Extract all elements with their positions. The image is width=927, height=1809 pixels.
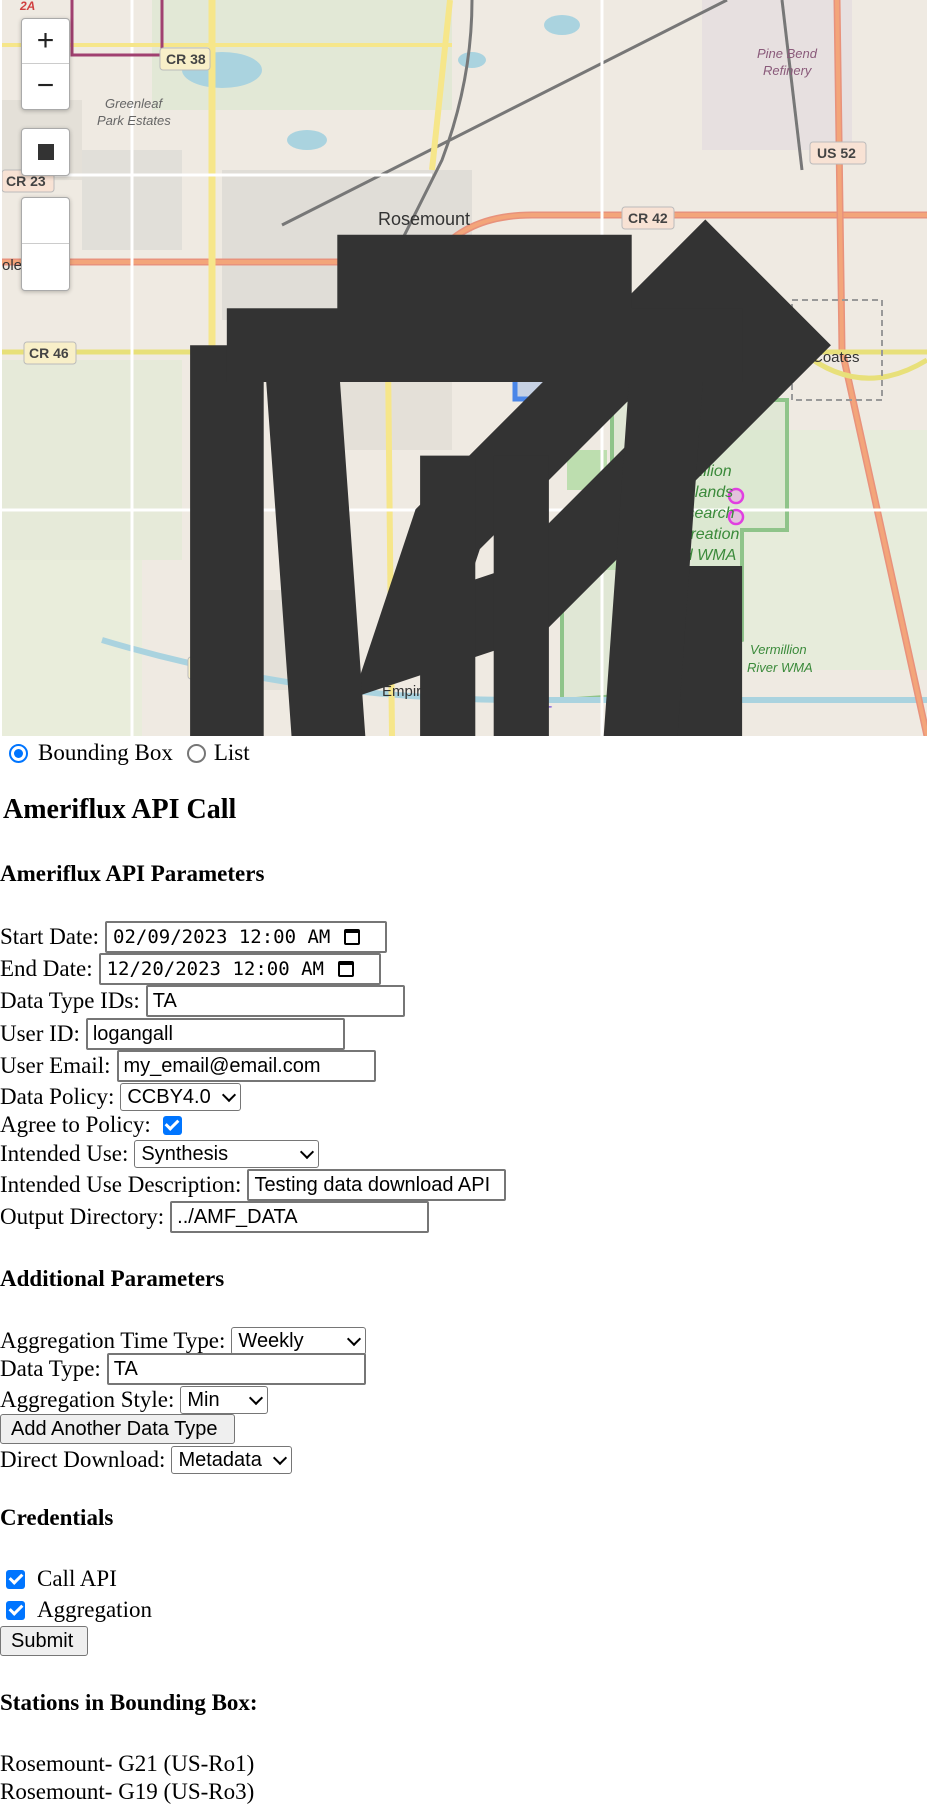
agree-policy-label: Agree to Policy: [0,1112,151,1137]
agg-style-row: Aggregation Style: Min [0,1386,269,1414]
start-date-input[interactable]: 02/09/2023 12:00 AM [105,921,387,953]
agg-style-value: Min [187,1388,220,1411]
intended-use-desc-label: Intended Use Description: [0,1172,242,1197]
direct-download-select[interactable]: Metadata [171,1446,293,1474]
additional-heading: Additional Parameters [0,1266,225,1291]
direct-download-label: Direct Download: [0,1447,166,1472]
params-heading: Ameriflux API Parameters [0,861,265,886]
calendar-icon[interactable] [344,929,361,945]
shield-us52: US 52 [817,145,856,161]
selection-mode: Bounding Box List [9,740,250,766]
intended-use-select[interactable]: Synthesis [134,1140,320,1168]
output-dir-input[interactable] [170,1201,430,1233]
user-id-input[interactable] [85,1018,345,1050]
end-date-value: 12/20/2023 12:00 AM [106,958,324,980]
agg-time-row: Aggregation Time Type: Weekly [0,1327,367,1355]
trash-icon [226,234,743,736]
start-date-row: Start Date: 02/09/2023 12:00 AM [0,921,387,953]
end-date-label: End Date: [0,956,93,981]
start-date-value: 02/09/2023 12:00 AM [113,926,331,948]
aggregation-checkbox[interactable] [6,1600,25,1620]
submit-row: Submit [0,1626,88,1656]
label-refinery: Refinery [763,63,813,78]
add-data-type-row: Add Another Data Type [0,1414,235,1444]
agg-style-select[interactable]: Min [180,1386,269,1414]
direct-download-value: Metadata [178,1448,262,1471]
map-view[interactable]: ✈ ✈ CR 38 CR 42 CR 23 CR 46 CR 64 MN 3 U… [2,0,927,736]
data-type-label: Data Type: [0,1356,101,1381]
square-icon [37,144,54,160]
label-pine-bend: Pine Bend [757,46,818,61]
aggregation-label: Aggregation [37,1597,152,1622]
edit-toolbar [21,197,831,736]
radio-bounding-box-label[interactable]: Bounding Box [38,740,173,766]
intended-use-value: Synthesis [141,1142,229,1165]
direct-download-row: Direct Download: Metadata [0,1446,293,1474]
agg-style-label: Aggregation Style: [0,1387,175,1412]
list-item: Rosemount- G19 (US-Ro3) [0,1779,255,1804]
draw-rectangle-button[interactable] [21,128,70,176]
delete-layers-button[interactable] [22,234,743,736]
call-api-label: Call API [37,1566,117,1591]
calendar-icon[interactable] [337,961,354,977]
data-type-ids-input[interactable] [145,985,405,1017]
data-type-row: Data Type: [0,1353,366,1385]
data-policy-label: Data Policy: [0,1084,115,1109]
data-type-input[interactable] [106,1353,366,1385]
stations-list: Rosemount- G21 (US-Ro1) Rosemount- G19 (… [0,1750,254,1806]
agg-time-select[interactable]: Weekly [231,1327,367,1355]
aggregation-row: Aggregation [0,1597,152,1623]
output-dir-label: Output Directory: [0,1204,165,1229]
credentials-heading: Credentials [0,1505,114,1530]
chevron-down-icon [222,1087,237,1102]
agg-time-label: Aggregation Time Type: [0,1328,226,1353]
radio-list-label[interactable]: List [214,740,250,766]
label-greenleaf: Greenleaf [105,96,163,111]
end-date-row: End Date: 12/20/2023 12:00 AM [0,953,381,985]
data-type-ids-label: Data Type IDs: [0,988,140,1013]
chevron-down-icon [300,1144,315,1159]
user-email-label: User Email: [0,1053,111,1078]
user-id-row: User ID: [0,1018,345,1050]
page-title: Ameriflux API Call [3,794,237,825]
chevron-down-icon [249,1390,264,1405]
call-api-row: Call API [0,1566,117,1592]
data-policy-row: Data Policy: CCBY4.0 [0,1083,242,1111]
agree-policy-row: Agree to Policy: [0,1112,188,1138]
radio-bounding-box[interactable] [9,743,28,763]
intended-use-desc-input[interactable] [247,1169,507,1201]
data-policy-select[interactable]: CCBY4.0 [120,1083,242,1111]
zoom-out-button[interactable]: − [22,63,69,108]
data-policy-value: CCBY4.0 [127,1085,211,1108]
start-date-label: Start Date: [0,924,99,949]
user-email-input[interactable] [116,1050,376,1082]
add-data-type-button[interactable]: Add Another Data Type [0,1414,235,1444]
chevron-down-icon [273,1450,288,1465]
user-id-label: User ID: [0,1021,80,1046]
stations-heading: Stations in Bounding Box: [0,1690,258,1715]
intended-use-label: Intended Use: [0,1141,129,1166]
user-email-row: User Email: [0,1050,376,1082]
intended-use-desc-row: Intended Use Description: [0,1169,507,1201]
radio-list[interactable] [186,743,206,763]
end-date-input[interactable]: 12/20/2023 12:00 AM [98,953,381,985]
list-item: Rosemount- G21 (US-Ro1) [0,1751,255,1776]
output-dir-row: Output Directory: [0,1201,430,1233]
intended-use-row: Intended Use: Synthesis [0,1140,320,1168]
submit-button[interactable]: Submit [0,1626,88,1656]
label-park-estates: Park Estates [97,113,171,128]
zoom-in-button[interactable]: + [22,19,69,63]
agree-policy-checkbox[interactable] [162,1115,182,1135]
data-type-ids-row: Data Type IDs: [0,985,405,1017]
agg-time-value: Weekly [238,1329,304,1352]
call-api-checkbox[interactable] [6,1569,25,1589]
shield-2a: 2A [19,0,35,13]
zoom-control: + − [21,18,70,110]
chevron-down-icon [347,1331,362,1346]
shield-cr38: CR 38 [166,51,206,67]
